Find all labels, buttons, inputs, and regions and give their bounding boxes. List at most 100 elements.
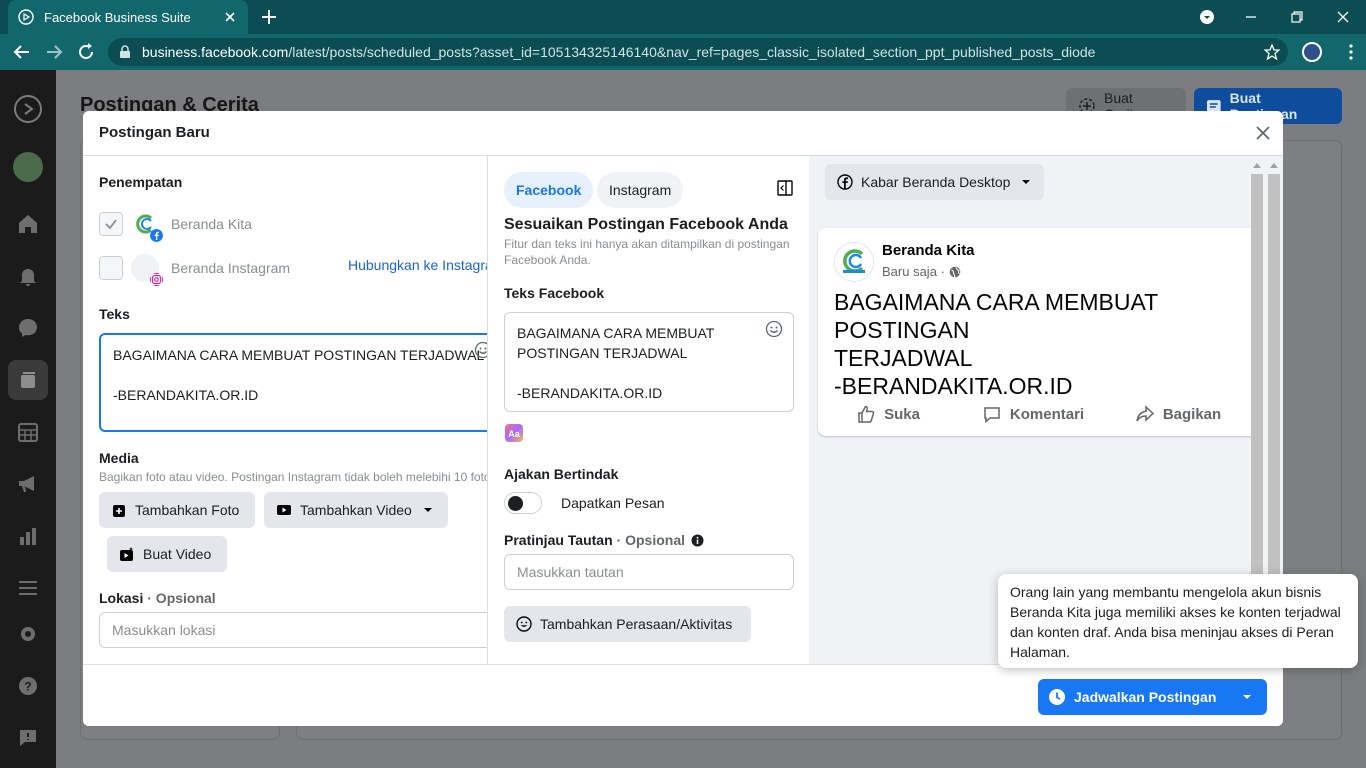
post-preview-card: Beranda Kita Baru saja · BAGAIMANA CARA … (818, 228, 1258, 436)
instagram-placement-checkbox[interactable] (99, 256, 123, 280)
back-icon[interactable] (12, 42, 32, 62)
settings-gear-icon[interactable] (16, 622, 40, 646)
close-window-icon[interactable] (1332, 6, 1354, 28)
create-video-button[interactable]: Buat Video (107, 536, 227, 572)
share-label: Bagikan (1162, 405, 1222, 423)
add-photo-button[interactable]: Tambahkan Foto (99, 492, 255, 528)
minimize-icon[interactable] (1240, 6, 1262, 28)
link-input[interactable]: Masukkan tautan (504, 554, 794, 590)
create-video-label: Buat Video (143, 546, 212, 562)
insights-icon[interactable] (16, 524, 40, 548)
lock-icon (120, 45, 130, 58)
facebook-text-label: Teks Facebook (504, 285, 605, 301)
svg-text:?: ? (24, 680, 31, 694)
add-video-label: Tambahkan Video (300, 502, 412, 518)
tab-facebook[interactable]: Facebook (504, 172, 594, 208)
preview-page-name: Beranda Kita (882, 242, 975, 259)
share-arrow-icon (1136, 405, 1154, 422)
add-photo-label: Tambahkan Foto (135, 502, 240, 518)
dialog-footer: Jadwalkan Postingan (83, 664, 1283, 726)
facebook-placement-checkbox[interactable] (99, 212, 123, 236)
feedback-icon[interactable] (16, 726, 40, 750)
placement-facebook[interactable]: Beranda Kita (99, 210, 252, 242)
post-composer-column: Penempatan Beranda Kita Beranda Instagra… (83, 156, 487, 664)
location-input[interactable]: Masukkan lokasi (99, 612, 487, 648)
facebook-text-input[interactable]: BAGAIMANA CARA MEMBUAT POSTINGAN TERJADW… (504, 312, 794, 412)
address-bar: business.facebook.com/latest/posts/sched… (0, 34, 1366, 70)
like-action: Suka (818, 396, 958, 432)
emoji-icon[interactable] (474, 341, 487, 359)
restore-icon[interactable] (1286, 6, 1308, 28)
schedule-post-button[interactable]: Jadwalkan Postingan (1038, 679, 1233, 715)
home-icon[interactable] (16, 212, 40, 236)
access-info-tooltip: Orang lain yang membantu mengelola akun … (998, 574, 1358, 668)
post-text-input[interactable]: BAGAIMANA CARA MEMBUAT POSTINGAN TERJADW… (99, 333, 487, 432)
scroll-up-icon[interactable] (1269, 161, 1279, 169)
all-tools-icon[interactable] (16, 576, 40, 600)
url-host: business.facebook.com (142, 44, 289, 60)
notifications-icon[interactable] (16, 264, 40, 288)
close-dialog-icon[interactable] (1254, 124, 1272, 142)
link-preview-label: Pratinjau Tautan · Opsional (504, 532, 704, 548)
facebook-badge-icon (150, 229, 163, 242)
cta-option-label: Dapatkan Pesan (561, 495, 665, 511)
close-tab-icon[interactable] (222, 9, 238, 25)
browser-tab-title: Facebook Business Suite (44, 9, 191, 25)
add-video-button[interactable]: Tambahkan Video (264, 492, 448, 528)
create-video-icon (120, 547, 134, 561)
preview-placement-label: Kabar Beranda Desktop (861, 174, 1011, 190)
checkmark-icon (105, 219, 117, 230)
page-avatar[interactable] (13, 152, 43, 182)
toggle-knob (508, 496, 523, 511)
collapse-panel-icon[interactable] (777, 180, 793, 196)
url-field[interactable]: business.facebook.com/latest/posts/sched… (108, 38, 1288, 66)
schedule-options-button[interactable] (1227, 679, 1267, 715)
customize-column: Facebook Instagram Sesuaikan Postingan F… (487, 156, 809, 664)
emoji-icon[interactable] (765, 320, 783, 338)
customize-hint-line2: Facebook Anda. (504, 253, 591, 267)
new-tab-icon[interactable] (260, 8, 278, 26)
posts-nav-active[interactable] (8, 360, 48, 400)
reload-icon[interactable] (76, 42, 96, 62)
url-path: /latest/posts/scheduled_posts?asset_id=1… (288, 44, 1096, 60)
tab-search-icon[interactable] (1196, 6, 1218, 28)
chrome-menu-icon[interactable] (1341, 42, 1361, 62)
inbox-icon[interactable] (16, 316, 40, 340)
info-icon[interactable] (691, 534, 704, 547)
browser-tab[interactable]: Facebook Business Suite (8, 0, 248, 34)
scroll-up-icon[interactable] (1252, 161, 1262, 169)
placement-instagram[interactable]: Beranda Instagram (99, 254, 290, 286)
globe-icon (949, 266, 961, 277)
bookmark-star-icon[interactable] (1264, 44, 1280, 60)
location-placeholder: Masukkan lokasi (112, 622, 216, 638)
forward-icon[interactable] (44, 42, 64, 62)
connect-instagram-link[interactable]: Hubungkan ke Instagram (348, 257, 487, 273)
profile-avatar[interactable] (1302, 42, 1322, 62)
add-photo-icon (113, 505, 125, 517)
ads-megaphone-icon[interactable] (16, 472, 40, 496)
preview-timestamp-text: Baru saja · (882, 264, 945, 279)
dialog-header: Postingan Baru (83, 111, 1283, 156)
cta-toggle[interactable] (504, 492, 542, 514)
add-feeling-button[interactable]: Tambahkan Perasaan/Aktivitas (504, 606, 751, 642)
link-preview-optional: · Opsional (616, 532, 685, 548)
share-action: Bagikan (1108, 396, 1248, 432)
like-thumb-icon (858, 405, 875, 423)
text-background-icon[interactable]: Aa (504, 423, 524, 443)
customize-hint-line1: Fitur dan teks ini hanya akan ditampilka… (504, 237, 790, 251)
location-optional-text: · Opsional (147, 590, 216, 606)
browser-tab-strip: Facebook Business Suite (0, 0, 1366, 34)
media-label: Media (99, 450, 139, 466)
chevron-down-icon (1022, 180, 1031, 184)
facebook-icon (837, 174, 853, 190)
preview-page-avatar (834, 242, 874, 282)
text-label: Teks (99, 306, 130, 322)
media-hint: Bagikan foto atau video. Postingan Insta… (99, 470, 487, 484)
preview-placement-dropdown[interactable]: Kabar Beranda Desktop (825, 164, 1045, 200)
planner-icon[interactable] (16, 420, 40, 444)
comment-label: Komentari (1009, 405, 1085, 423)
business-suite-logo-icon[interactable] (13, 94, 43, 124)
facebook-account-name: Beranda Kita (171, 216, 252, 232)
tab-instagram[interactable]: Instagram (597, 172, 684, 208)
help-icon[interactable]: ? (16, 674, 40, 698)
